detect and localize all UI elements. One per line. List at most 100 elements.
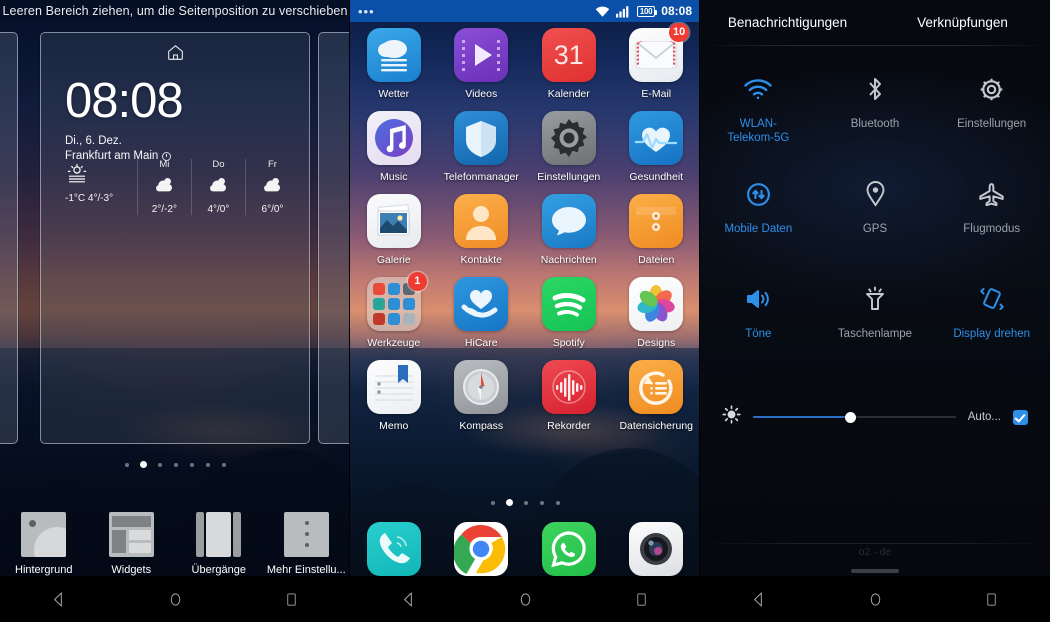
music-app-icon xyxy=(366,111,421,165)
shade-drag-handle[interactable] xyxy=(851,569,899,573)
app-rekorder[interactable]: Rekorder xyxy=(525,360,613,432)
brightness-slider[interactable] xyxy=(753,411,956,423)
nav-back-button[interactable] xyxy=(700,591,817,608)
forecast-day-temp: 2°/-2° xyxy=(151,204,177,215)
settings-app-icon xyxy=(541,111,596,165)
app-label: Dateien xyxy=(638,254,675,266)
navbar xyxy=(700,576,1050,622)
app-email[interactable]: 10 E-Mail xyxy=(613,23,701,100)
app-kalender[interactable]: 31 Kalender xyxy=(525,28,613,100)
app-datensicherung[interactable]: Datensicherung xyxy=(613,360,701,432)
forecast-day-temp: 4°/0° xyxy=(207,204,230,215)
page-preview-card-current[interactable]: 08:08 Di., 6. Dez. Frankfurt am Main -1°… xyxy=(40,32,310,444)
messages-app-icon xyxy=(541,194,596,248)
toolbar-widgets[interactable]: Widgets xyxy=(88,512,176,576)
toggle-sounds[interactable]: Töne xyxy=(700,268,817,373)
app-label: Rekorder xyxy=(547,420,591,432)
auto-brightness-label: Auto... xyxy=(967,411,1001,423)
app-telefonmanager[interactable]: Telefonmanager xyxy=(438,111,526,183)
memo-app-icon xyxy=(366,360,421,414)
overflow-dots-icon: ••• xyxy=(358,3,375,19)
partly-cloudy-icon xyxy=(138,172,191,198)
page-preview-card-right[interactable] xyxy=(318,32,350,444)
weather-forecast[interactable]: -1°C 4°/-3° Mi 2°/-2° Do 4°/0° Fr 6°/0° xyxy=(65,159,299,215)
auto-brightness-checkbox[interactable] xyxy=(1013,409,1028,425)
folder-werkzeuge[interactable]: 1 Werkzeuge xyxy=(350,272,438,349)
app-nachrichten[interactable]: Nachrichten xyxy=(525,194,613,266)
app-einstellungen[interactable]: Einstellungen xyxy=(525,111,613,183)
status-time: 08:08 xyxy=(661,4,692,18)
app-label: Music xyxy=(380,171,408,183)
app-grid: Wetter Videos 31 Kalender 10 E-Mail Musi… xyxy=(350,23,701,443)
page-indicator[interactable] xyxy=(350,494,700,512)
videos-app-icon xyxy=(454,28,509,82)
app-wetter[interactable]: Wetter xyxy=(350,28,438,100)
toolbar-more-settings[interactable]: Mehr Einstellu... xyxy=(263,512,351,576)
home-icon[interactable] xyxy=(41,43,309,67)
app-music[interactable]: Music xyxy=(350,111,438,183)
nav-back-button[interactable] xyxy=(0,591,117,608)
toolbar-label: Widgets xyxy=(111,564,152,576)
toggle-wifi[interactable]: WLAN- Telekom-5G xyxy=(700,58,817,163)
nav-home-button[interactable] xyxy=(467,591,584,608)
app-designs[interactable]: Designs xyxy=(613,277,701,349)
tab-shortcuts[interactable]: Verknüpfungen xyxy=(875,0,1050,45)
nav-recents-button[interactable] xyxy=(583,592,700,607)
gallery-app-icon xyxy=(366,194,421,248)
signal-bars-icon xyxy=(615,5,631,18)
health-app-icon xyxy=(629,111,684,165)
nav-recents-button[interactable] xyxy=(933,592,1050,607)
app-label: Kontakte xyxy=(460,254,502,266)
tab-notifications[interactable]: Benachrichtigungen xyxy=(700,0,875,45)
forecast-day: Do 4°/0° xyxy=(190,159,245,215)
dock-whatsapp[interactable] xyxy=(525,522,613,576)
nav-back-button[interactable] xyxy=(350,591,467,608)
navbar xyxy=(350,576,700,622)
page-indicator[interactable] xyxy=(0,456,350,474)
app-kompass[interactable]: Kompass xyxy=(438,360,526,432)
toolbar-transitions[interactable]: Übergänge xyxy=(175,512,263,576)
app-hicare[interactable]: HiCare xyxy=(438,277,526,349)
app-label: Datensicherung xyxy=(619,420,694,432)
toggle-mobile-data[interactable]: Mobile Daten xyxy=(700,163,817,268)
wallpaper-icon xyxy=(21,512,67,557)
app-dateien[interactable]: Dateien xyxy=(613,194,701,266)
toolbar-label: Hintergrund xyxy=(15,564,73,576)
more-settings-icon xyxy=(283,512,329,557)
app-spotify[interactable]: Spotify xyxy=(525,277,613,349)
recorder-app-icon xyxy=(541,360,596,414)
app-label: Kompass xyxy=(459,420,504,432)
toggle-rotate-screen[interactable]: Display drehen xyxy=(933,268,1050,373)
toggle-settings[interactable]: Einstellungen xyxy=(933,58,1050,163)
speaker-icon xyxy=(700,282,817,316)
app-videos[interactable]: Videos xyxy=(438,28,526,100)
clock-weather-widget[interactable]: 08:08 Di., 6. Dez. Frankfurt am Main xyxy=(65,74,293,163)
nav-recents-button[interactable] xyxy=(233,592,350,607)
toggle-label: Mobile Daten xyxy=(724,223,793,235)
toggle-row: Mobile Daten GPS Flugmodus xyxy=(700,163,1050,268)
wifi-icon xyxy=(595,5,610,18)
clock-time: 08:08 xyxy=(65,74,184,128)
app-label: Memo xyxy=(379,420,409,432)
toggle-flashlight[interactable]: Taschenlampe xyxy=(817,268,934,373)
app-kontakte[interactable]: Kontakte xyxy=(438,194,526,266)
page-preview-card-left[interactable] xyxy=(0,32,18,444)
toggle-bluetooth[interactable]: Bluetooth xyxy=(817,58,934,163)
app-galerie[interactable]: Galerie xyxy=(350,194,438,266)
toggle-gps[interactable]: GPS xyxy=(817,163,934,268)
dock-phone[interactable] xyxy=(350,522,438,576)
dock-chrome[interactable] xyxy=(438,522,526,576)
brightness-slider-knob[interactable] xyxy=(844,411,856,423)
brightness-row: Auto... xyxy=(700,405,1050,429)
forecast-day-name: Mi xyxy=(159,159,170,170)
toolbar-label: Übergänge xyxy=(191,564,246,576)
toolbar-wallpaper[interactable]: Hintergrund xyxy=(0,512,88,576)
notification-badge: 1 xyxy=(407,272,427,291)
app-memo[interactable]: Memo xyxy=(350,360,438,432)
nav-home-button[interactable] xyxy=(817,591,934,608)
dock-camera[interactable] xyxy=(613,522,701,576)
nav-home-button[interactable] xyxy=(117,591,234,608)
widgets-icon xyxy=(108,512,154,557)
app-gesundheit[interactable]: Gesundheit xyxy=(613,111,701,183)
toggle-airplane-mode[interactable]: Flugmodus xyxy=(933,163,1050,268)
